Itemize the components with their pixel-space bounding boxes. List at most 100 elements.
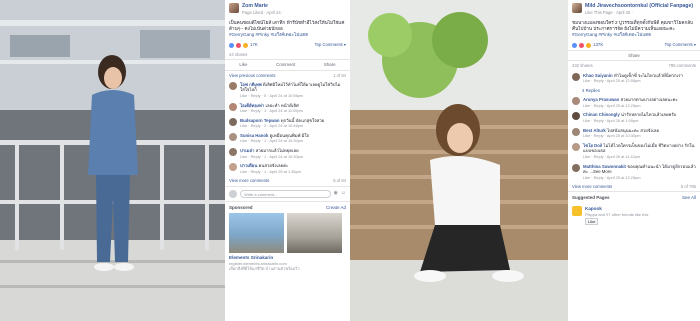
share-button[interactable]: Share bbox=[324, 62, 336, 68]
commenter-name[interactable]: Budsaporn Tepwan bbox=[240, 118, 280, 123]
commenter-avatar[interactable] bbox=[229, 148, 237, 157]
commenter-name[interactable]: ไชโย Doil bbox=[583, 143, 602, 148]
view-more-comments-link[interactable]: View more comments bbox=[229, 178, 269, 183]
comment-text: น่ารักหลายไม่ไหวแล้วเลยครับ bbox=[620, 112, 677, 118]
comment-meta[interactable]: Like · Reply · 5 · April 24 at 10:56pm bbox=[240, 93, 303, 98]
post-text: ชมนางแมลงชอบใคร่ 2 ปูวรรณที่ทุกตั้งกับพี… bbox=[568, 18, 700, 41]
commenter-name[interactable]: ไอเดีย์ทองท่า bbox=[240, 103, 264, 108]
like-page-button[interactable]: Like bbox=[585, 217, 599, 225]
commenter-avatar[interactable] bbox=[229, 163, 237, 172]
like-reaction-icon bbox=[229, 42, 234, 48]
commenter-name[interactable]: Matthina Suwonnakit bbox=[583, 164, 626, 169]
commenter-avatar[interactable] bbox=[572, 112, 580, 121]
comment-meta[interactable]: Like · Reply · 1 · April 25 at 1:38pm bbox=[240, 169, 301, 174]
view-more-comments-link[interactable]: View more comments bbox=[572, 184, 612, 189]
post-hashtags[interactable]: #GerryGang #Pinky #แก๊งค์เดอะไม่แตด bbox=[229, 32, 308, 37]
commenter-avatar[interactable] bbox=[572, 127, 580, 136]
comment-meta[interactable]: Like · Reply · April 25 at 10:30pm bbox=[583, 133, 641, 138]
comment-item: ไชโย Doil ไม่ได้ไวดใครจเป็นของไม่เมื่อ ช… bbox=[568, 141, 700, 162]
shares-count[interactable]: 44 shares bbox=[225, 50, 350, 59]
commenter-avatar[interactable] bbox=[572, 72, 580, 81]
view-more-row: View more comments 6 of 785 bbox=[568, 182, 700, 191]
commenter-name[interactable]: ปาวเดือน bbox=[240, 163, 257, 168]
see-all-link[interactable]: See All bbox=[682, 195, 696, 201]
commenter-avatar[interactable] bbox=[229, 102, 237, 111]
shares-count[interactable]: 432 shares bbox=[572, 63, 593, 68]
ad-images[interactable] bbox=[229, 213, 346, 254]
suggested-pages-label: Suggested Pages bbox=[572, 195, 610, 201]
page-avatar[interactable] bbox=[572, 3, 582, 13]
commenter-name[interactable]: Best Alturk bbox=[583, 128, 606, 133]
reaction-count[interactable]: 17K bbox=[250, 42, 258, 48]
haha-reaction-icon bbox=[586, 42, 591, 48]
commenter-avatar[interactable] bbox=[572, 163, 580, 172]
comment-item: Matthina Suwonnakit ขอบคุณคำแนะนำ ได้มาด… bbox=[568, 162, 700, 183]
commenter-name[interactable]: Chinan Chinongly bbox=[583, 112, 620, 117]
comment-meta[interactable]: Like · Reply · 1 · April 24 at 10:30pm bbox=[240, 138, 303, 143]
suggested-pages-section: Suggested Pages See All bbox=[568, 191, 700, 204]
emoji-icon[interactable]: ☺ bbox=[341, 190, 346, 196]
camera-icon[interactable]: ◉ bbox=[334, 190, 338, 196]
commenter-name[interactable]: Khao Saiyanin bbox=[583, 73, 613, 78]
page-avatar[interactable] bbox=[229, 3, 239, 13]
post-meta: Like This Page · April 25 · bbox=[585, 9, 633, 15]
top-comments-dropdown[interactable]: Top Comments ▾ bbox=[315, 42, 346, 47]
love-reaction-icon bbox=[579, 42, 584, 48]
comment-meta[interactable]: Like · Reply · April 26 at 11:42pm bbox=[583, 154, 640, 159]
share-button[interactable]: Share bbox=[628, 53, 640, 59]
comment-meta[interactable]: Like · Reply · April 25 at 12:25pm bbox=[583, 175, 641, 180]
view-more-row: View more comments 6 of 84 bbox=[225, 176, 350, 185]
like-button[interactable]: Like bbox=[239, 62, 247, 68]
replies-link[interactable]: 4 Replies bbox=[582, 88, 600, 94]
top-comments-dropdown[interactable]: Top Comments ▾ bbox=[665, 42, 696, 47]
reaction-count[interactable]: 137K bbox=[593, 42, 603, 48]
prev-comments-count: 1 of 84 bbox=[333, 72, 346, 78]
view-previous-comments-link[interactable]: View previous comments bbox=[229, 73, 275, 78]
comment-text: คนสวยจังเลยค่ะ bbox=[258, 163, 289, 169]
prev-comments-row: View previous comments 1 of 84 bbox=[225, 71, 350, 80]
comment-meta[interactable]: Like · Reply · 2 · April 24 at 10:46pm bbox=[240, 123, 303, 128]
commenter-name[interactable]: Arunya Prasuwan bbox=[583, 97, 619, 102]
screenshot-collage: Zom Marie Page Liked · April 24 · เป็นคน… bbox=[0, 0, 700, 321]
comments-count[interactable]: 785 comments bbox=[669, 63, 696, 68]
comment-item: Chinan Chinongly น่ารักหลายไม่ไหวแล้วเลย… bbox=[568, 110, 700, 125]
reactions-bar[interactable]: 137K Top Comments ▾ bbox=[568, 40, 700, 50]
view-more-count: 6 of 84 bbox=[333, 178, 346, 184]
page-name[interactable]: Mild Jiravechsoontornkul (Official Fanpa… bbox=[585, 3, 693, 10]
comment-text: ดูเหมือนคุณพิมพ์ มิใจ bbox=[269, 132, 310, 138]
ad-image-train[interactable] bbox=[287, 213, 342, 254]
commenter-avatar[interactable] bbox=[572, 97, 580, 106]
ad-image-building[interactable] bbox=[229, 213, 284, 254]
haha-reaction-icon bbox=[243, 42, 248, 48]
create-ad-link[interactable]: Create Ad bbox=[326, 205, 346, 211]
view-more-count: 6 of 785 bbox=[680, 184, 696, 190]
kapook-logo-icon[interactable] bbox=[572, 206, 582, 217]
post-text: เป็นคนชอบดีไซน์โยส์ เสาทึก ฟ้ารีนัชทำอีไ… bbox=[225, 18, 350, 41]
comment-text: ทำไมดูเซ็กซี่ จะไม่ไหวแล้วที่นี่พวกเรา bbox=[613, 72, 683, 78]
commenter-name[interactable]: Sunisa Hanok bbox=[240, 133, 268, 138]
comment-meta[interactable]: Like · Reply · April 25 at 12:25pm bbox=[583, 103, 641, 108]
comment-meta[interactable]: Like · Reply · April 26 at 1:09pm bbox=[583, 118, 638, 123]
commenter-avatar[interactable] bbox=[229, 117, 237, 126]
replies-link-row: 4 Replies bbox=[568, 86, 700, 96]
commenter-avatar[interactable] bbox=[229, 81, 237, 90]
comment-meta[interactable]: Like · Reply · 1 · April 24 at 10:30pm bbox=[240, 154, 303, 159]
post-actions: Share bbox=[568, 49, 700, 62]
write-comment-input[interactable]: Write a comment... bbox=[240, 189, 331, 198]
comment-meta[interactable]: Like · Reply · 1 · April 24 at 11:09pm bbox=[240, 108, 303, 113]
post-header: Zom Marie Page Liked · April 24 · bbox=[225, 0, 350, 18]
comment-button[interactable]: Comment bbox=[276, 62, 295, 68]
suggested-page-subtext: Pisppa and 97 other friends like this bbox=[585, 211, 649, 217]
write-comment-row: Write a comment... ◉ ☺ bbox=[225, 185, 350, 201]
commenter-avatar[interactable] bbox=[572, 142, 580, 151]
reactions-bar[interactable]: 17K Top Comments ▾ bbox=[225, 40, 350, 50]
comment-item: ปาวเดือน คนสวยจังเลยค่ะ Like · Reply · 1 … bbox=[225, 161, 350, 176]
comment-item: ปาเมล่า สวยมากแล้วไม่หยุดเลย Like · Reply… bbox=[225, 146, 350, 161]
comment-item: Arunya Prasuwan สวยมากตามบางอย่างเลยนะคะ… bbox=[568, 95, 700, 110]
commenter-name[interactable]: ปาเมล่า bbox=[240, 148, 255, 153]
commenter-avatar[interactable] bbox=[229, 132, 237, 141]
comment-meta[interactable]: Like · Reply · April 25 at 12:08pm bbox=[583, 78, 641, 83]
post-hashtags[interactable]: #GerryGang #Pinky #แก๊งค์เดอะไม่แตด bbox=[572, 32, 651, 37]
comment-item: Budsaporn Tepwan ทุกวันนี้ บัดแกสุขใจสวย… bbox=[225, 116, 350, 131]
suggested-page-item: Kapook Pisppa and 97 other friends like … bbox=[568, 204, 700, 227]
